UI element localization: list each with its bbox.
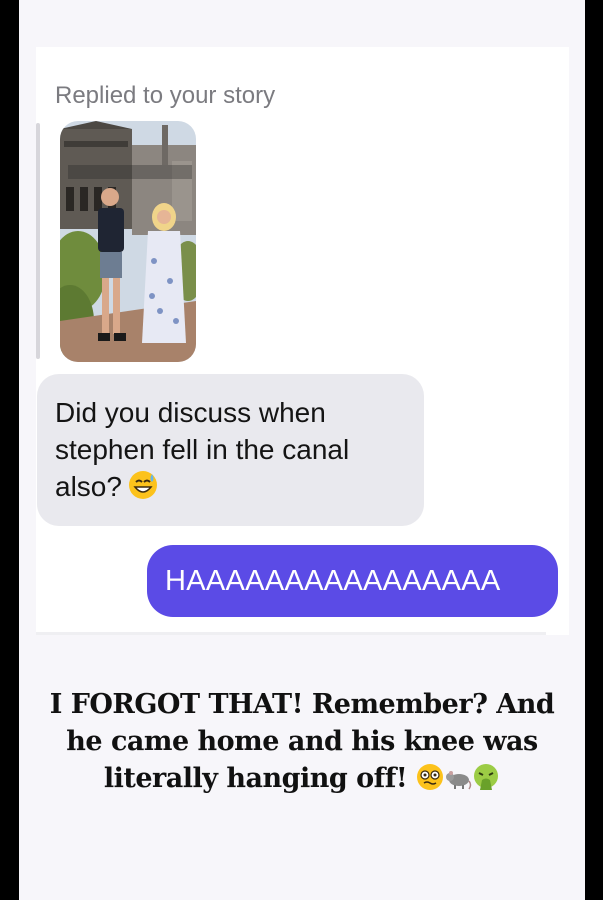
caption-line-3: literally hanging off! [103, 763, 408, 794]
reply-context-label: Replied to your story [55, 82, 276, 109]
caption-line-3-wrap: literally hanging off! [19, 760, 585, 797]
woozy-face-icon [416, 763, 444, 791]
reply-quote-bar [36, 123, 40, 359]
divider [36, 632, 546, 635]
rat-icon [444, 763, 472, 791]
caption-line-1: I FORGOT THAT! Remember? And [49, 689, 555, 720]
story-thumbnail[interactable] [60, 121, 196, 362]
sent-message-text: HAAAAAAAAAAAAAAAA [165, 565, 501, 597]
received-message-text: Did you discuss when stephen fell in the… [55, 397, 350, 502]
received-message-bubble[interactable]: Did you discuss when stephen fell in the… [37, 374, 424, 526]
vomiting-face-icon [472, 763, 500, 791]
sweat-smile-emoji-icon [128, 470, 158, 500]
story-frame: Replied to your story Did you discuss wh… [19, 0, 585, 900]
dm-screenshot: Replied to your story Did you discuss wh… [36, 47, 569, 635]
sent-message-bubble[interactable]: HAAAAAAAAAAAAAAAA [147, 545, 558, 617]
story-caption: I FORGOT THAT! Remember? And he came hom… [19, 686, 585, 797]
story-photo [60, 121, 196, 362]
caption-line-2: he came home and his knee was [66, 726, 538, 757]
